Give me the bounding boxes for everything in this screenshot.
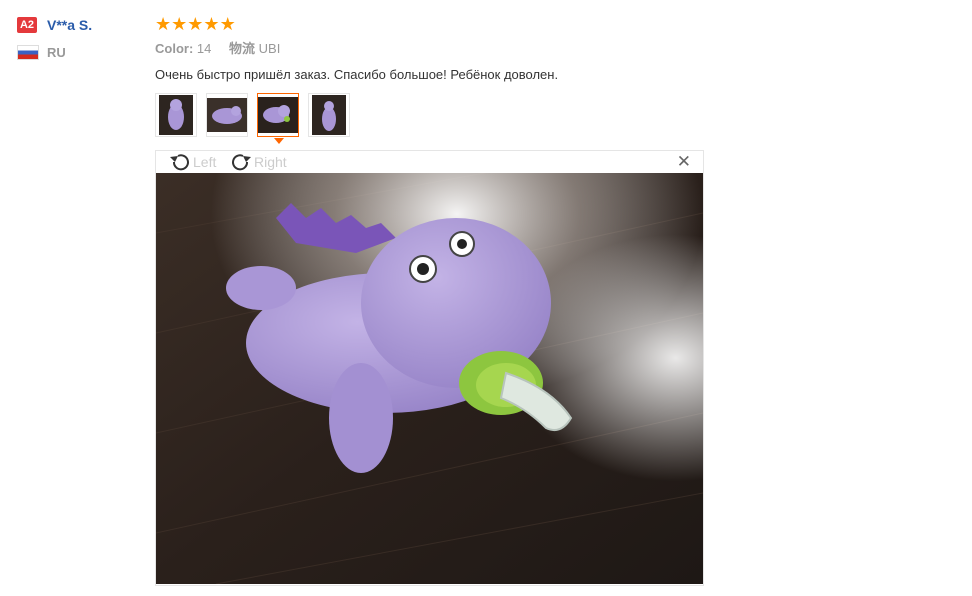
star-icon: ★ (219, 14, 236, 34)
rotate-left-button[interactable]: Left (168, 152, 216, 172)
viewer-toolbar: Left Right ✕ (156, 151, 703, 173)
reviewer-info: A2 V**a S. RU (17, 14, 92, 63)
thumbnail-active[interactable] (257, 93, 299, 144)
level-badge: A2 (17, 17, 37, 33)
star-icon: ★ (155, 14, 172, 34)
review-photo (156, 173, 703, 584)
rotate-right-button[interactable]: Right (229, 152, 287, 172)
rotate-left-label: Left (193, 154, 217, 170)
star-icon: ★ (187, 14, 204, 34)
thumbnail[interactable] (206, 93, 248, 137)
photo-viewer: Left Right ✕ (155, 150, 704, 586)
reviewer-country-row: RU (17, 41, 92, 63)
attr-color-value: 14 (196, 41, 212, 56)
order-attributes: Color: 14 物流 UBI (155, 38, 715, 60)
thumbnail[interactable] (155, 93, 197, 137)
reviewer-country: RU (47, 44, 66, 60)
thumbnail[interactable] (308, 93, 350, 137)
photo-thumbnails (155, 93, 715, 144)
star-icon: ★ (171, 14, 188, 34)
star-rating: ★ ★ ★ ★ ★ (155, 14, 715, 34)
review-text: Очень быстро пришёл заказ. Спасибо больш… (155, 67, 559, 82)
rotate-right-label: Right (254, 154, 287, 170)
star-icon: ★ (203, 14, 220, 34)
attr-shipping-key: 物流 (229, 41, 256, 56)
reviewer-name[interactable]: V**a S. (47, 17, 92, 33)
reviewer-name-row: A2 V**a S. (17, 14, 92, 36)
russia-flag-icon (17, 44, 39, 60)
rotate-right-icon (232, 154, 251, 171)
review-body: ★ ★ ★ ★ ★ Color: 14 物流 UBI Очень быстро … (155, 14, 715, 144)
close-icon[interactable]: ✕ (677, 153, 691, 171)
rotate-left-icon (170, 154, 189, 171)
attr-color-key: Color: (155, 41, 194, 56)
attr-shipping-value: UBI (258, 41, 281, 56)
